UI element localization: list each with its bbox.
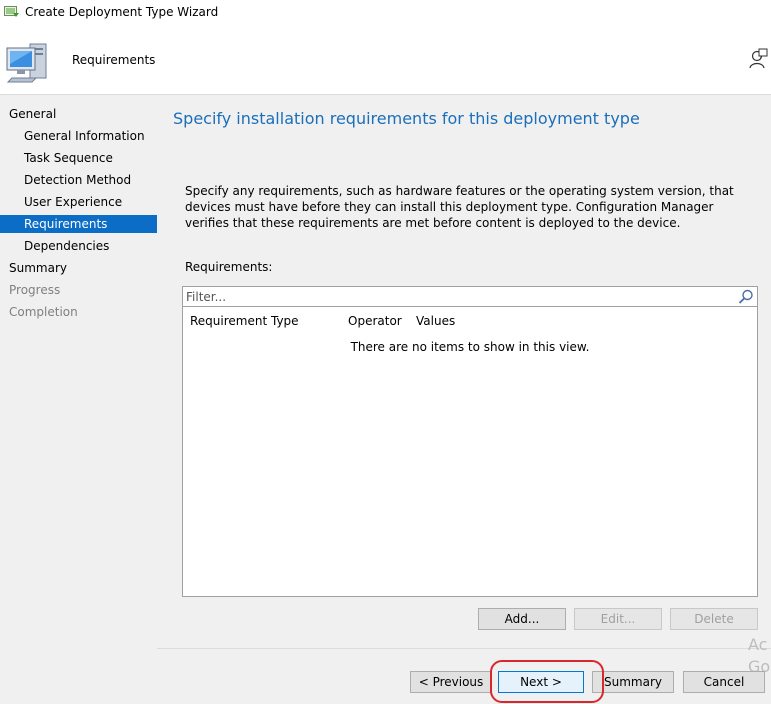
nav-item-general-information[interactable]: General Information bbox=[24, 127, 145, 145]
page-description: Specify any requirements, such as hardwa… bbox=[185, 184, 734, 230]
nav-item-requirements[interactable]: Requirements bbox=[0, 215, 157, 233]
nav-item-label: Detection Method bbox=[24, 173, 132, 187]
window-title: Create Deployment Type Wizard bbox=[25, 5, 219, 19]
nav-item-label: User Experience bbox=[24, 195, 123, 209]
nav-item-label: General bbox=[9, 107, 57, 121]
column-header-operator[interactable]: Operator bbox=[348, 314, 402, 328]
summary-button[interactable]: Summary bbox=[592, 671, 674, 693]
next-button-highlight bbox=[490, 660, 604, 703]
filter-box bbox=[182, 286, 758, 307]
column-header-values[interactable]: Values bbox=[416, 314, 455, 328]
search-icon[interactable] bbox=[738, 289, 754, 305]
wizard-app-icon bbox=[4, 6, 19, 17]
computer-icon bbox=[6, 43, 47, 83]
wizard-header: Requirements bbox=[0, 26, 771, 95]
nav-item-dependencies[interactable]: Dependencies bbox=[24, 237, 109, 255]
nav-item-label: Progress bbox=[9, 283, 61, 297]
filter-input[interactable] bbox=[186, 288, 726, 305]
nav-item-progress: Progress bbox=[9, 281, 60, 299]
user-help-icon[interactable] bbox=[748, 48, 768, 70]
nav-item-general[interactable]: General bbox=[9, 105, 56, 123]
empty-list-message: There are no items to show in this view. bbox=[350, 340, 590, 354]
nav-item-label: General Information bbox=[24, 129, 145, 143]
watermark-line-1: Ac bbox=[748, 635, 768, 654]
cancel-button[interactable]: Cancel bbox=[683, 671, 765, 693]
nav-item-detection-method[interactable]: Detection Method bbox=[24, 171, 131, 189]
page-title: Specify installation requirements for th… bbox=[173, 109, 640, 128]
delete-button[interactable]: Delete bbox=[670, 608, 758, 630]
nav-item-user-experience[interactable]: User Experience bbox=[24, 193, 122, 211]
window-titlebar: Create Deployment Type Wizard bbox=[0, 0, 771, 26]
nav-item-summary[interactable]: Summary bbox=[9, 259, 67, 277]
previous-button[interactable]: < Previous bbox=[410, 671, 492, 693]
nav-item-completion: Completion bbox=[9, 303, 78, 321]
column-header-requirement-type[interactable]: Requirement Type bbox=[190, 314, 299, 328]
edit-button[interactable]: Edit... bbox=[574, 608, 662, 630]
nav-item-task-sequence[interactable]: Task Sequence bbox=[24, 149, 113, 167]
requirements-label: Requirements: bbox=[185, 260, 273, 274]
add-button[interactable]: Add... bbox=[478, 608, 566, 630]
nav-item-label: Dependencies bbox=[24, 239, 110, 253]
nav-item-label: Requirements bbox=[24, 217, 108, 231]
nav-item-label: Completion bbox=[9, 305, 78, 319]
page-header-title: Requirements bbox=[72, 53, 156, 67]
requirements-list[interactable]: Requirement Type Operator Values There a… bbox=[182, 307, 758, 597]
footer-divider bbox=[157, 648, 771, 649]
nav-item-label: Task Sequence bbox=[24, 151, 113, 165]
nav-item-label: Summary bbox=[9, 261, 67, 275]
